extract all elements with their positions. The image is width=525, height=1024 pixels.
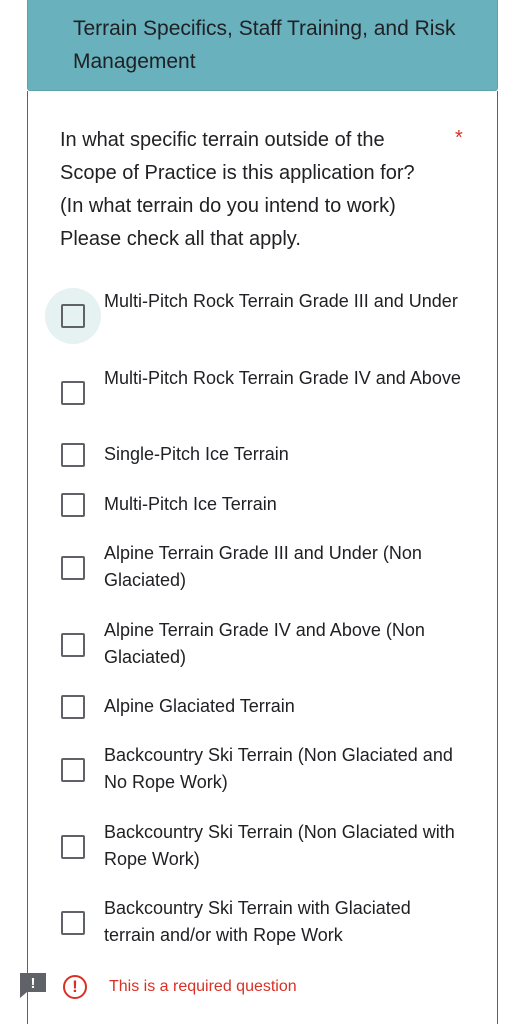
option-label[interactable]: Single-Pitch Ice Terrain bbox=[104, 441, 464, 468]
checkbox[interactable] bbox=[61, 695, 85, 719]
checkbox-wrap bbox=[45, 477, 101, 533]
checkbox[interactable] bbox=[61, 835, 85, 859]
option-label[interactable]: Backcountry Ski Terrain (Non Glaciated a… bbox=[104, 742, 464, 796]
checkbox-wrap bbox=[45, 742, 101, 798]
checkbox-wrap bbox=[45, 365, 101, 421]
option-label[interactable]: Multi-Pitch Ice Terrain bbox=[104, 491, 464, 518]
option-label[interactable]: Multi-Pitch Rock Terrain Grade IV and Ab… bbox=[104, 365, 464, 392]
question-text: In what specific terrain outside of the … bbox=[60, 129, 415, 250]
checkbox-wrap bbox=[45, 617, 101, 673]
checkbox[interactable] bbox=[61, 911, 85, 935]
option-label[interactable]: Backcountry Ski Terrain with Glaciated t… bbox=[104, 895, 464, 949]
option-label[interactable]: Alpine Glaciated Terrain bbox=[104, 693, 464, 720]
checkbox[interactable] bbox=[61, 633, 85, 657]
error-icon: ! bbox=[63, 975, 87, 999]
required-asterisk: * bbox=[455, 127, 463, 149]
section-title: Terrain Specifics, Staff Training, and R… bbox=[73, 17, 456, 73]
option-label[interactable]: Alpine Terrain Grade III and Under (Non … bbox=[104, 540, 464, 594]
feedback-icon[interactable]: ! bbox=[19, 972, 47, 998]
option-label[interactable]: Multi-Pitch Rock Terrain Grade III and U… bbox=[104, 288, 464, 315]
checkbox[interactable] bbox=[61, 381, 85, 405]
checkbox[interactable] bbox=[61, 304, 85, 328]
checkbox-wrap bbox=[45, 679, 101, 735]
checkbox-wrap bbox=[45, 895, 101, 951]
option-label[interactable]: Backcountry Ski Terrain (Non Glaciated w… bbox=[104, 819, 464, 873]
checkbox[interactable] bbox=[61, 493, 85, 517]
checkbox-focus-ripple bbox=[45, 288, 101, 344]
checkbox[interactable] bbox=[61, 556, 85, 580]
form-page: Terrain Specifics, Staff Training, and R… bbox=[0, 0, 525, 1024]
checkbox[interactable] bbox=[61, 758, 85, 782]
checkbox-wrap bbox=[45, 427, 101, 483]
checkbox-wrap bbox=[45, 540, 101, 596]
checkbox[interactable] bbox=[61, 443, 85, 467]
checkbox-wrap bbox=[45, 819, 101, 875]
feedback-glyph: ! bbox=[31, 975, 36, 992]
error-text: This is a required question bbox=[109, 978, 297, 995]
option-label[interactable]: Alpine Terrain Grade IV and Above (Non G… bbox=[104, 617, 464, 671]
